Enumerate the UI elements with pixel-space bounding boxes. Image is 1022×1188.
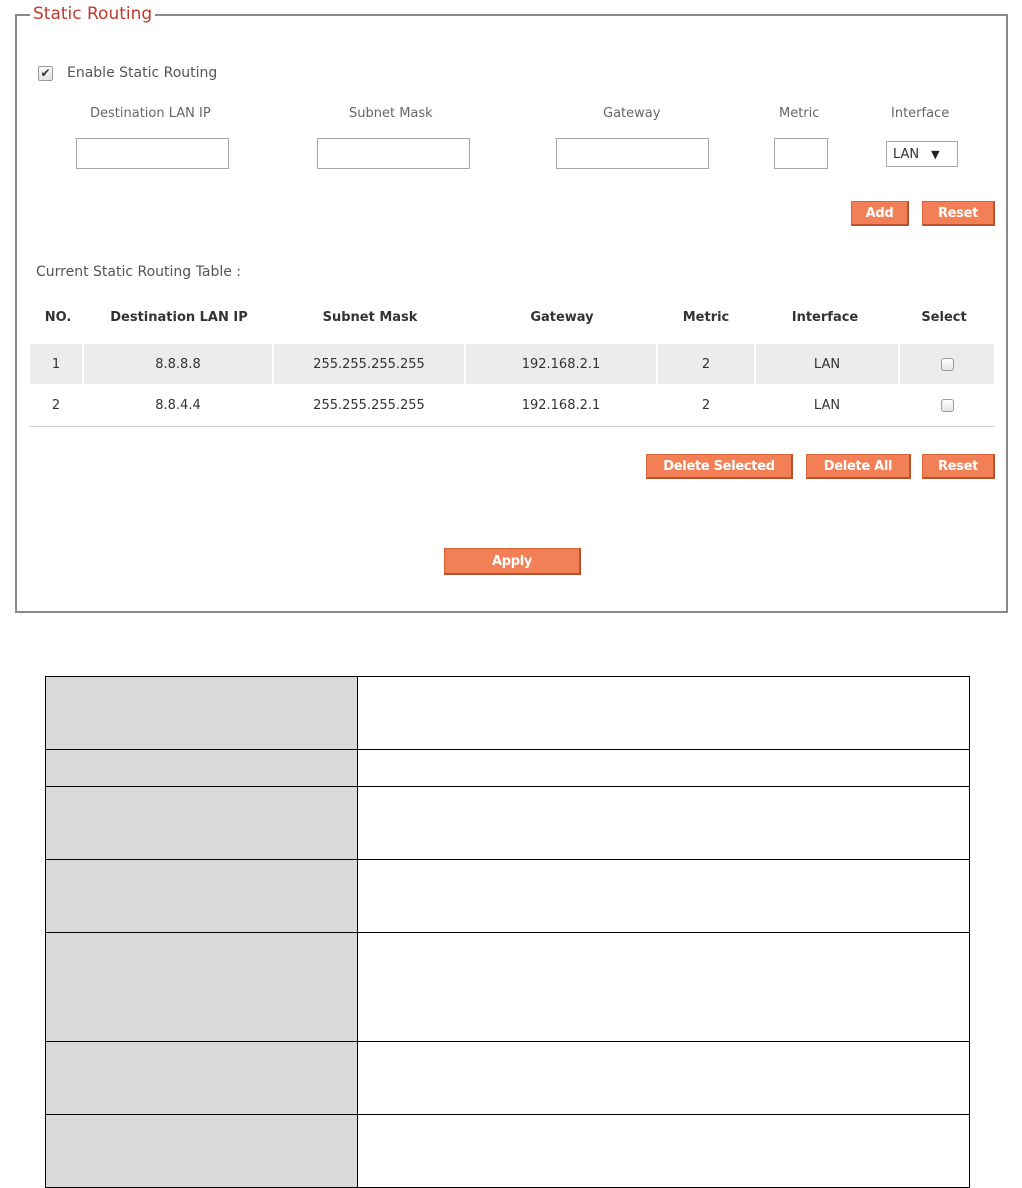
desc-value-cell [357, 749, 970, 787]
header-interface: Interface [791, 310, 859, 325]
desc-key-cell [45, 676, 358, 750]
cell-destination: 8.8.4.4 [155, 397, 201, 413]
interface-select[interactable]: LAN ▼ [886, 141, 958, 167]
cell-gateway: 192.168.2.1 [466, 344, 656, 384]
cell-no: 1 [30, 344, 82, 384]
desc-key-cell [45, 1114, 358, 1188]
metric-label: Metric [779, 106, 820, 121]
desc-value-cell [357, 1114, 970, 1188]
table-reset-button[interactable]: Reset [922, 454, 995, 479]
description-table [45, 676, 970, 1188]
subnet-mask-input[interactable] [317, 138, 470, 169]
enable-static-routing-row[interactable]: ✔ Enable Static Routing [38, 63, 217, 83]
desc-key-cell [45, 1041, 358, 1115]
cell-interface: LAN [756, 344, 898, 384]
checkmark-icon: ✔ [40, 66, 51, 80]
metric-input[interactable] [774, 138, 828, 169]
enable-static-routing-checkbox[interactable]: ✔ [38, 65, 53, 81]
desc-row [45, 1041, 970, 1115]
header-no: NO. [44, 310, 72, 325]
gateway-input[interactable] [556, 138, 709, 169]
desc-row [45, 1114, 970, 1188]
header-select: Select [921, 310, 967, 325]
desc-key-cell [45, 932, 358, 1042]
desc-value-cell [357, 676, 970, 750]
cell-metric: 2 [658, 344, 754, 384]
table-row: 1 8.8.8.8 255.255.255.255 192.168.2.1 2 … [30, 344, 994, 384]
cell-select [900, 385, 994, 425]
desc-row [45, 932, 970, 1042]
cell-select [900, 344, 994, 384]
row-select-checkbox[interactable] [940, 398, 954, 412]
destination-lan-ip-input[interactable] [76, 138, 229, 169]
desc-row [45, 749, 970, 787]
header-metric: Metric [682, 310, 730, 325]
apply-button[interactable]: Apply [444, 548, 581, 575]
desc-value-cell [357, 1041, 970, 1115]
gateway-label: Gateway [603, 106, 661, 121]
header-subnet: Subnet Mask [322, 310, 418, 325]
cell-subnet: 255.255.255.255 [313, 397, 425, 413]
desc-row [45, 676, 970, 750]
routing-table-title: Current Static Routing Table : [36, 264, 242, 280]
dropdown-arrow-icon: ▼ [931, 147, 940, 161]
destination-lan-ip-label: Destination LAN IP [90, 106, 211, 121]
subnet-mask-label: Subnet Mask [349, 106, 433, 121]
cell-destination: 8.8.8.8 [84, 344, 272, 384]
header-destination: Destination LAN IP [110, 310, 248, 325]
table-row: 2 8.8.4.4 255.255.255.255 192.168.2.1 2 … [30, 385, 994, 425]
enable-static-routing-label: Enable Static Routing [67, 65, 218, 81]
header-gateway: Gateway [530, 310, 594, 325]
desc-value-cell [357, 932, 970, 1042]
desc-value-cell [357, 786, 970, 860]
desc-row [45, 859, 970, 933]
cell-interface: LAN [813, 397, 841, 413]
desc-key-cell [45, 786, 358, 860]
desc-key-cell [45, 749, 358, 787]
cell-no: 2 [51, 397, 61, 413]
section-title: Static Routing [30, 3, 156, 25]
interface-label: Interface [891, 106, 950, 121]
desc-value-cell [357, 859, 970, 933]
desc-row [45, 786, 970, 860]
table-bottom-divider [30, 426, 994, 427]
desc-key-cell [45, 859, 358, 933]
cell-gateway: 192.168.2.1 [521, 397, 601, 413]
interface-select-value: LAN [893, 146, 920, 162]
cell-metric: 2 [701, 397, 711, 413]
cell-subnet: 255.255.255.255 [274, 344, 464, 384]
row-select-checkbox[interactable] [940, 357, 954, 371]
form-reset-button[interactable]: Reset [922, 201, 995, 226]
delete-all-button[interactable]: Delete All [806, 454, 911, 479]
delete-selected-button[interactable]: Delete Selected [646, 454, 793, 479]
add-button[interactable]: Add [851, 201, 909, 226]
